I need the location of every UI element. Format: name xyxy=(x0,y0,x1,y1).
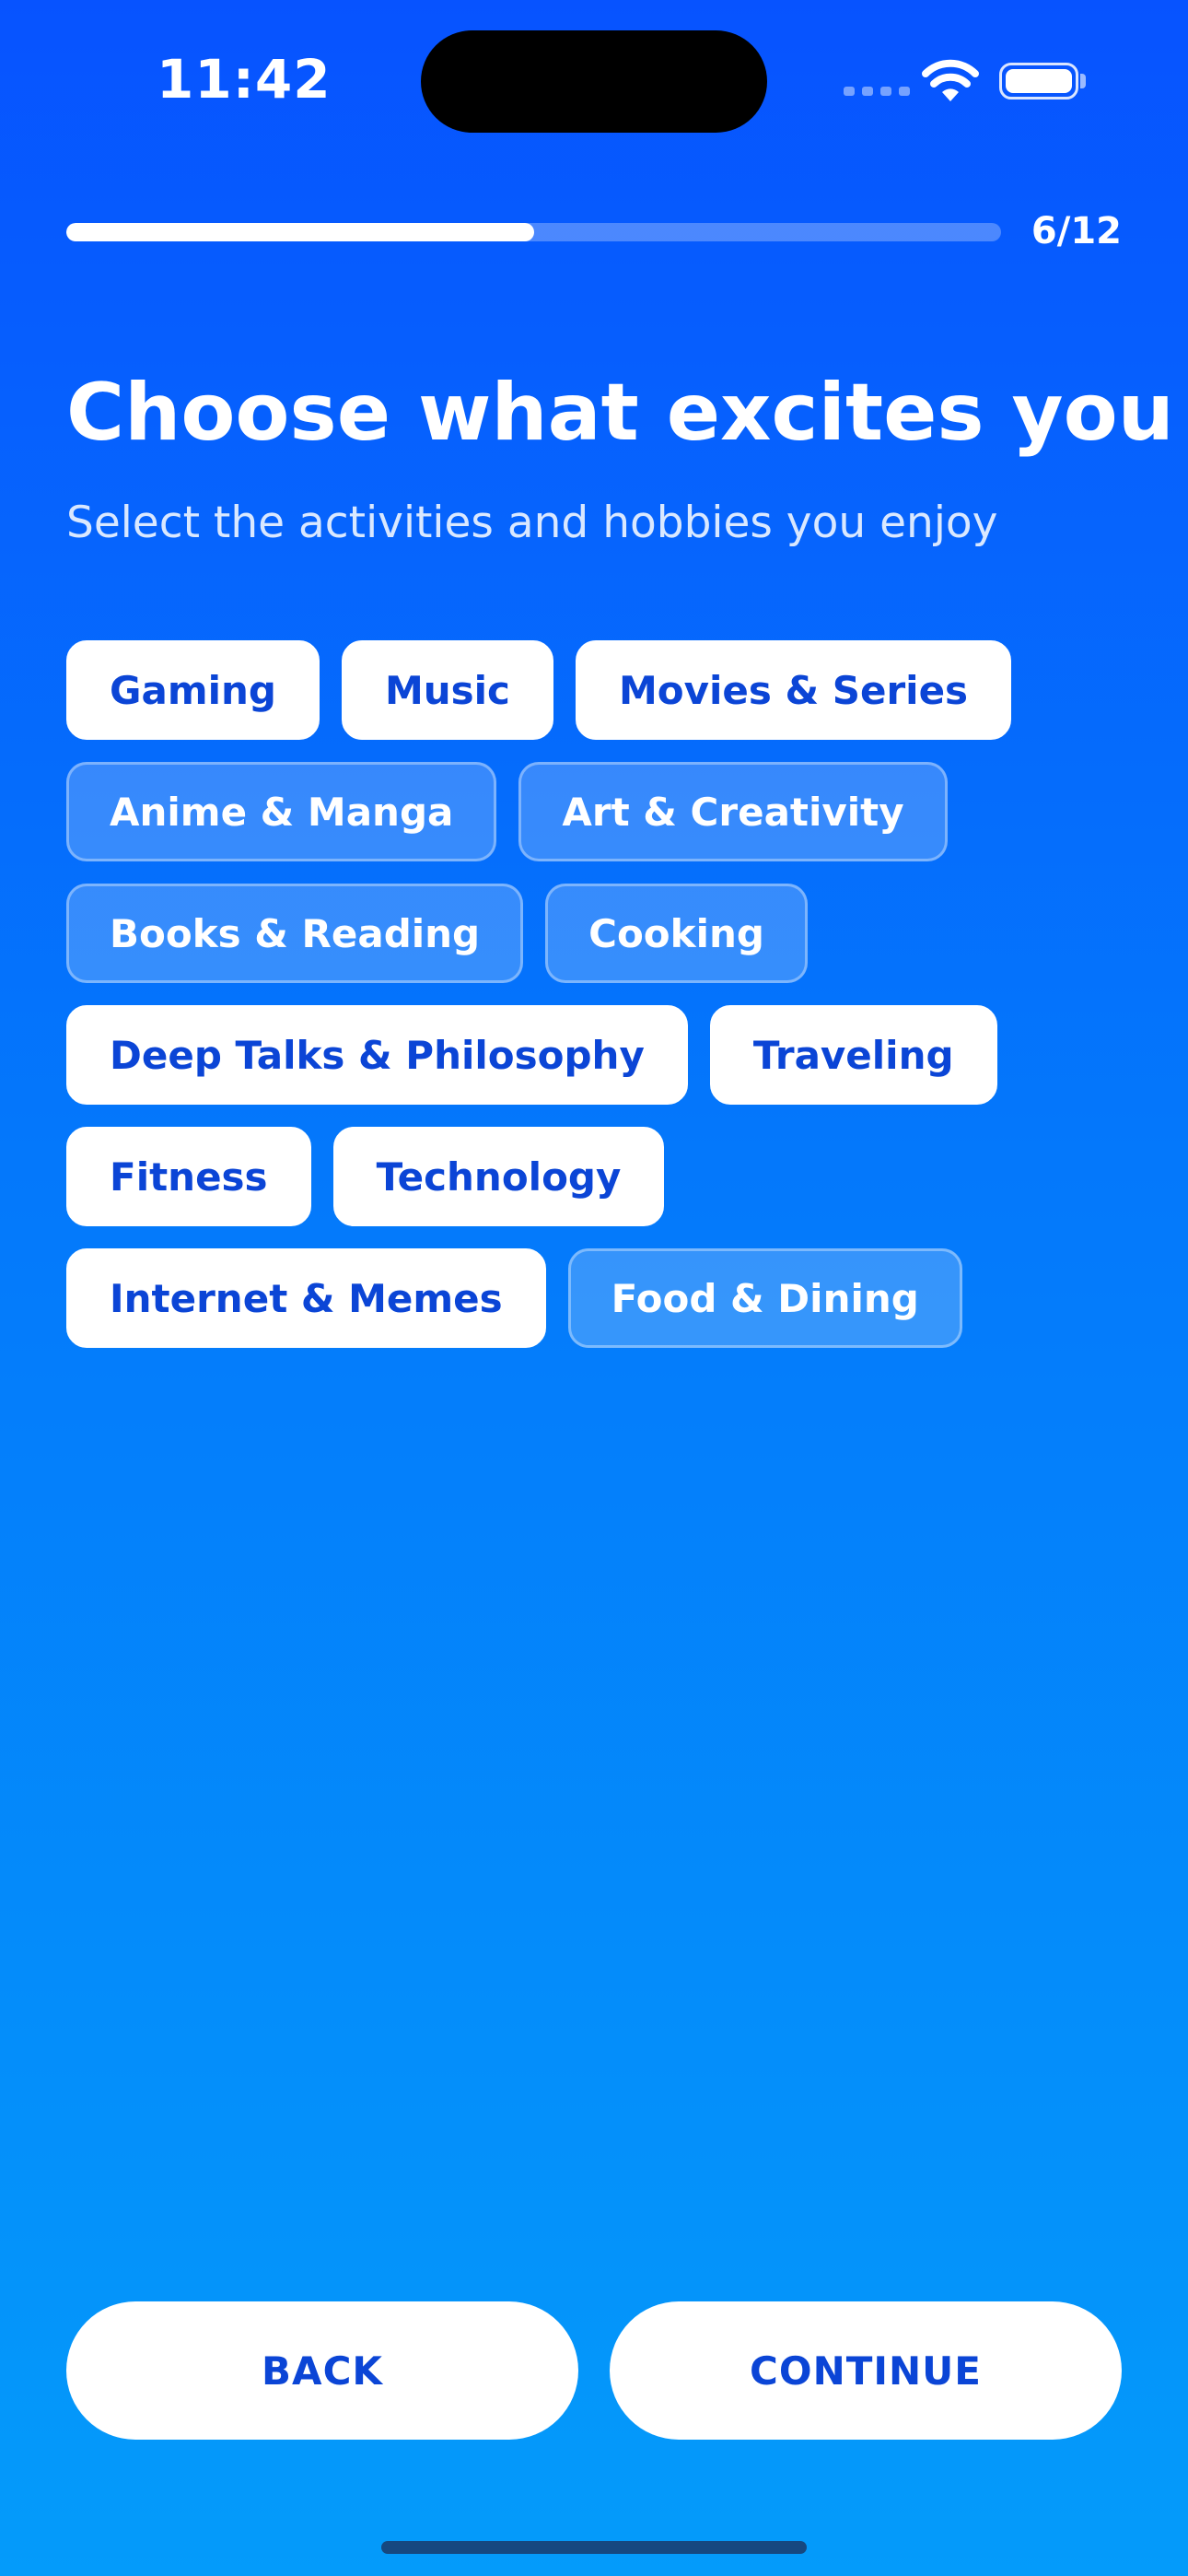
progress-fill xyxy=(66,223,534,241)
page-title: Choose what excites you xyxy=(66,367,1174,459)
wifi-icon xyxy=(922,59,979,101)
dynamic-island xyxy=(421,30,767,133)
signal-icon xyxy=(844,87,910,96)
interest-chip-food-and-dining[interactable]: Food & Dining xyxy=(567,1248,962,1348)
interest-chip-deep-talks-and-philosophy[interactable]: Deep Talks & Philosophy xyxy=(66,1005,688,1105)
onboarding-progress-bar xyxy=(66,223,1001,241)
interest-chip-music[interactable]: Music xyxy=(341,640,553,740)
interest-chip-traveling[interactable]: Traveling xyxy=(709,1005,997,1105)
interest-chip-gaming[interactable]: Gaming xyxy=(66,640,320,740)
status-bar: 11:42 xyxy=(0,0,1188,166)
interest-chip-list: Gaming Music Movies & Series Anime & Manga A… xyxy=(66,640,1125,1348)
page-subtitle: Select the activities and hobbies you en… xyxy=(66,498,998,548)
interest-chip-anime-and-manga[interactable]: Anime & Manga xyxy=(66,762,497,861)
status-time: 11:42 xyxy=(157,48,332,111)
interest-chip-books-and-reading[interactable]: Books & Reading xyxy=(66,884,524,983)
interest-chip-movies-and-series[interactable]: Movies & Series xyxy=(575,640,1012,740)
interest-chip-art-and-creativity[interactable]: Art & Creativity xyxy=(518,762,948,861)
interest-chip-cooking[interactable]: Cooking xyxy=(545,884,808,983)
battery-cap xyxy=(1080,74,1086,88)
home-indicator[interactable] xyxy=(381,2541,807,2554)
continue-button[interactable]: CONTINUE xyxy=(610,2301,1122,2440)
interest-chip-internet-and-memes[interactable]: Internet & Memes xyxy=(66,1248,546,1348)
interest-chip-technology[interactable]: Technology xyxy=(332,1127,665,1226)
back-button[interactable]: BACK xyxy=(66,2301,578,2440)
progress-step-label: 6/12 xyxy=(1031,210,1122,252)
battery-icon xyxy=(999,63,1078,100)
interest-chip-fitness[interactable]: Fitness xyxy=(66,1127,311,1226)
